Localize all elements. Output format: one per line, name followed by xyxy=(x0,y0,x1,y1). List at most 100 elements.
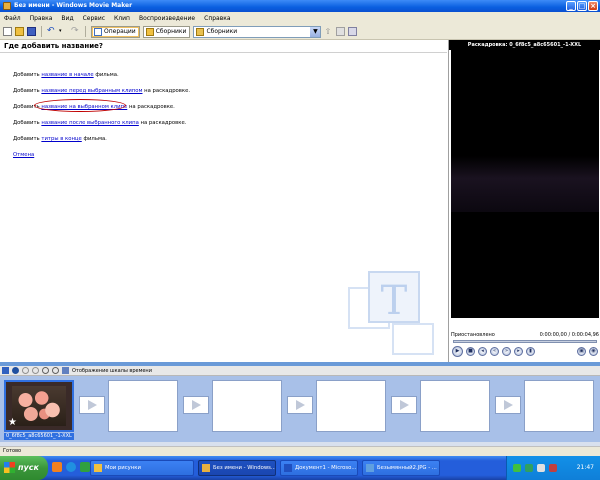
playback-status: Приостановлено xyxy=(451,332,495,338)
link-credits-at-end[interactable]: титры в конце xyxy=(41,136,81,142)
task-pane-title: Где добавить название? xyxy=(0,40,447,53)
option-text: фильма. xyxy=(93,72,119,78)
storyboard-toolbar: Отображение шкалы времени xyxy=(0,366,600,376)
taskbar-button-image[interactable]: Безымянный2.JPG - ... xyxy=(362,460,440,476)
taskbar-button-movie-maker[interactable]: Без имени - Windows... xyxy=(198,460,276,476)
clock[interactable]: 21:47 xyxy=(577,464,594,471)
narration-icon[interactable] xyxy=(12,367,19,374)
open-folder-icon[interactable] xyxy=(15,27,24,36)
storyboard-empty-cell[interactable] xyxy=(420,380,490,432)
zoom-out-icon[interactable] xyxy=(32,367,39,374)
media-icon[interactable] xyxy=(80,462,90,472)
tasks-tab-label: Операции xyxy=(104,27,136,35)
close-button[interactable]: × xyxy=(588,1,598,11)
views-icon[interactable] xyxy=(348,27,358,36)
timeline-view-icon[interactable] xyxy=(62,367,69,374)
taskbar-button-label: Документ1 - Microso... xyxy=(295,465,357,471)
up-folder-icon[interactable]: ⇧ xyxy=(324,27,333,36)
split-clip-icon[interactable]: ▮ xyxy=(526,346,535,356)
preview-title: Раскадровка: 0_6f8c5_a8c65601_-1-XXL xyxy=(449,40,600,50)
media-player-icon[interactable] xyxy=(52,462,62,472)
timeline-toggle-label[interactable]: Отображение шкалы времени xyxy=(72,368,152,374)
undo-icon[interactable]: ↶ xyxy=(47,27,56,36)
tasks-icon xyxy=(94,27,102,36)
cancel-link[interactable]: Отмена xyxy=(13,152,34,158)
storyboard-clip[interactable]: ★ xyxy=(4,380,74,432)
menu-help[interactable]: Справка xyxy=(204,15,230,22)
svg-text:T: T xyxy=(381,278,408,324)
next-frame-icon[interactable]: ▸ xyxy=(514,346,523,356)
transition-slot[interactable] xyxy=(287,396,313,414)
option-text: Добавить xyxy=(13,88,42,94)
storyboard-empty-cell[interactable] xyxy=(108,380,178,432)
rewind-icon[interactable]: « xyxy=(490,346,499,356)
start-button[interactable]: пуск xyxy=(0,456,48,480)
taskbar-button-label: Мои рисунки xyxy=(105,465,141,471)
maximize-button[interactable]: □ xyxy=(577,1,587,11)
stop-icon[interactable]: ■ xyxy=(466,346,475,356)
previous-frame-icon[interactable]: ◂ xyxy=(478,346,487,356)
preview-screen[interactable] xyxy=(451,50,599,318)
new-collection-icon[interactable] xyxy=(336,27,346,36)
tray-app-icon[interactable] xyxy=(549,464,557,472)
playback-controls: ▶ ■ ◂ « » ▸ ▮ ▣ ◉ xyxy=(452,345,598,357)
window-titlebar[interactable]: Без имени - Windows Movie Maker _ □ × xyxy=(0,0,600,12)
collections-folder-icon xyxy=(145,27,154,36)
save-icon[interactable] xyxy=(27,27,36,36)
chevron-down-icon[interactable]: ▼ xyxy=(310,26,321,37)
start-label: пуск xyxy=(18,463,39,472)
play-icon[interactable]: ▶ xyxy=(452,345,463,357)
clip-caption: 0_6f8c5_a8c65601_-1-XXL xyxy=(4,433,74,440)
rewind-storyboard-icon[interactable] xyxy=(42,367,49,374)
volume-icon[interactable] xyxy=(537,464,545,472)
forward-icon[interactable]: » xyxy=(502,346,511,356)
minimize-button[interactable]: _ xyxy=(566,1,576,11)
fullscreen-icon[interactable]: ▣ xyxy=(577,346,586,356)
window-title: Без имени - Windows Movie Maker xyxy=(14,2,133,9)
menu-bar: Файл Правка Вид Сервис Клип Воспроизведе… xyxy=(0,12,600,24)
antivirus-icon[interactable] xyxy=(525,464,533,472)
network-icon[interactable] xyxy=(513,464,521,472)
taskbar-button-word[interactable]: Документ1 - Microso... xyxy=(280,460,358,476)
transition-slot[interactable] xyxy=(183,396,209,414)
link-title-before-clip[interactable]: название перед выбранным клипом xyxy=(41,88,142,94)
option-text: на раскадровке. xyxy=(142,88,191,94)
storyboard-empty-cell[interactable] xyxy=(524,380,594,432)
title-watermark-icon: T xyxy=(348,271,434,355)
snapshot-icon[interactable]: ◉ xyxy=(589,346,598,356)
main-toolbar: ↶ ▾ ↷ Операции Сборники Сборники ▼ ⇧ xyxy=(0,24,600,40)
taskbar-button-pictures[interactable]: Мои рисунки xyxy=(90,460,194,476)
transition-slot[interactable] xyxy=(79,396,105,414)
storyboard: ★ 0_6f8c5_a8c65601_-1-XXL xyxy=(0,376,600,446)
option-text: Добавить xyxy=(13,136,42,142)
link-title-after-clip[interactable]: название после выбранного клипа xyxy=(41,120,138,126)
undo-dropdown-icon[interactable]: ▾ xyxy=(59,27,68,36)
clip-thumbnail xyxy=(12,386,66,426)
collections-tab[interactable]: Сборники xyxy=(142,25,191,38)
menu-play[interactable]: Воспроизведение xyxy=(139,15,195,22)
menu-view[interactable]: Вид xyxy=(61,15,73,22)
menu-file[interactable]: Файл xyxy=(4,15,21,22)
movie-maker-icon xyxy=(202,464,210,472)
storyboard-icon[interactable] xyxy=(2,367,9,374)
collection-selector[interactable]: Сборники ▼ xyxy=(193,25,322,38)
transition-slot[interactable] xyxy=(391,396,417,414)
tasks-tab[interactable]: Операции xyxy=(91,25,140,38)
zoom-in-icon[interactable] xyxy=(22,367,29,374)
option-text: Добавить xyxy=(13,72,42,78)
browser-icon[interactable] xyxy=(66,462,76,472)
quick-launch xyxy=(52,462,90,472)
redo-icon[interactable]: ↷ xyxy=(71,27,80,36)
new-project-icon[interactable] xyxy=(3,27,12,36)
windows-logo-icon xyxy=(4,462,15,473)
link-title-at-start[interactable]: название в начале xyxy=(41,72,93,78)
transition-slot[interactable] xyxy=(495,396,521,414)
seek-bar[interactable] xyxy=(453,340,597,343)
status-bar: Готово xyxy=(0,446,600,456)
menu-tools[interactable]: Сервис xyxy=(83,15,105,22)
storyboard-empty-cell[interactable] xyxy=(316,380,386,432)
storyboard-empty-cell[interactable] xyxy=(212,380,282,432)
play-storyboard-icon[interactable] xyxy=(52,367,59,374)
menu-clip[interactable]: Клип xyxy=(114,15,130,22)
menu-edit[interactable]: Правка xyxy=(30,15,53,22)
